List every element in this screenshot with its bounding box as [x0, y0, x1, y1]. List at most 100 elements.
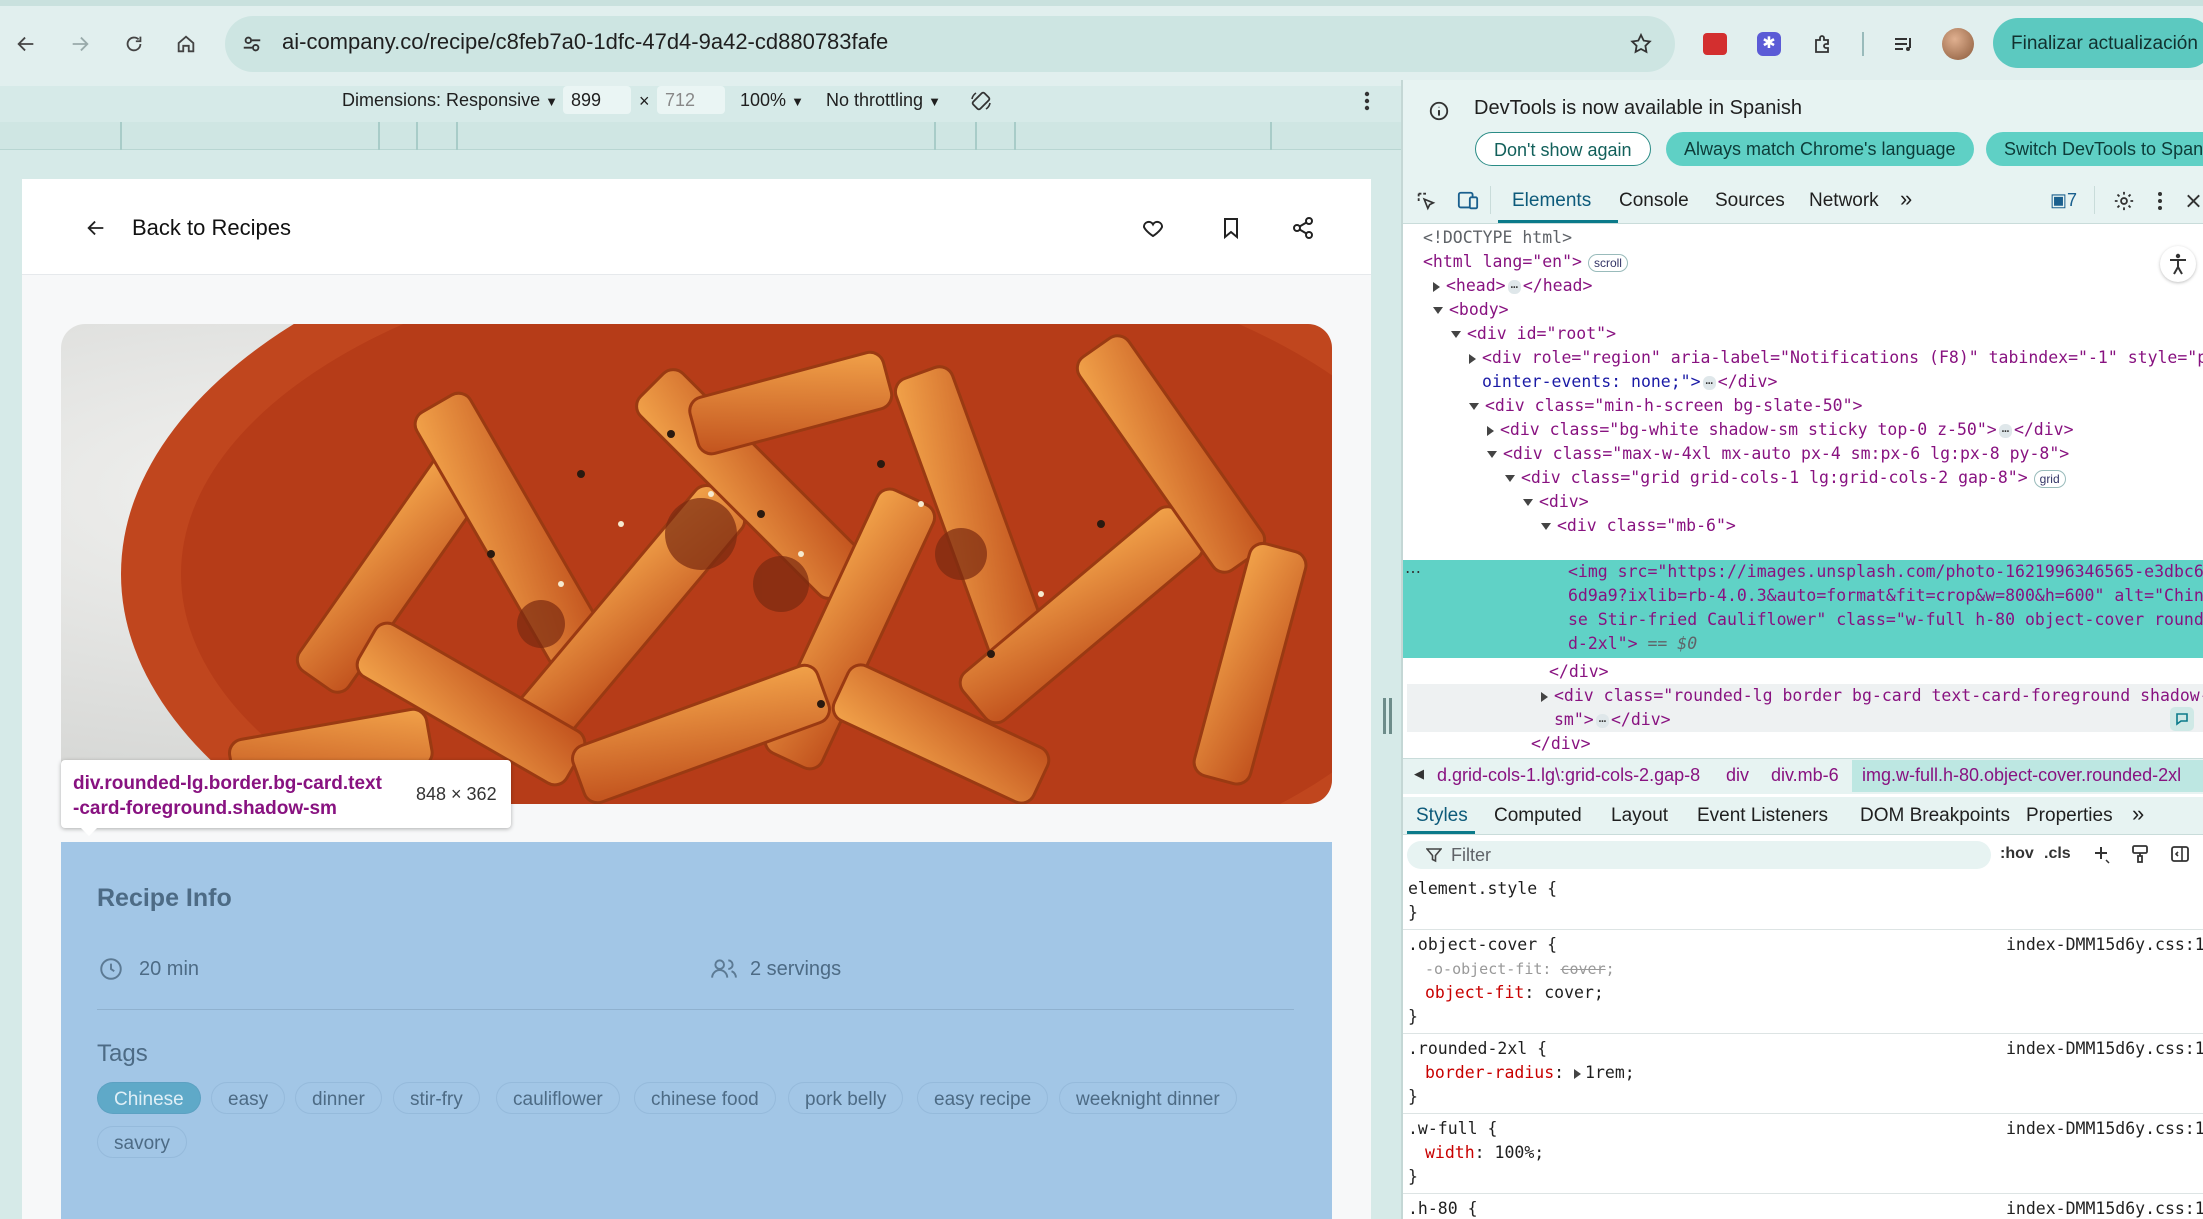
- more-options-icon[interactable]: [1356, 86, 1378, 116]
- heart-icon[interactable]: [1138, 214, 1168, 242]
- tag-savory[interactable]: savory: [97, 1126, 187, 1158]
- grid-badge[interactable]: grid: [2033, 470, 2066, 488]
- collapse-arrow-icon[interactable]: [1541, 523, 1551, 530]
- rule-source-link[interactable]: index-DMM15d6y.css:1: [2006, 1117, 2203, 1141]
- dont-show-again-button[interactable]: Don't show again: [1475, 132, 1651, 166]
- finish-update-button[interactable]: Finalizar actualización: [1993, 18, 2203, 68]
- arrow-left-icon[interactable]: [82, 214, 110, 242]
- tag-weeknight-dinner[interactable]: weeknight dinner: [1059, 1082, 1237, 1114]
- devtools-menu-icon[interactable]: [2150, 187, 2170, 215]
- rule-source-link[interactable]: index-DMM15d6y.css:1: [2006, 933, 2203, 957]
- collapse-arrow-icon[interactable]: [1505, 475, 1515, 482]
- rule-object-cover[interactable]: .object-cover {: [1408, 933, 1557, 957]
- rule-h-80[interactable]: .h-80 {: [1408, 1197, 1478, 1219]
- dom-card-cont[interactable]: sm"> ⋯ </div>: [1554, 708, 1671, 732]
- expand-arrow-icon[interactable]: [1487, 425, 1494, 436]
- rule-element-style[interactable]: element.style {: [1408, 877, 1557, 901]
- collapse-arrow-icon[interactable]: [1523, 499, 1533, 506]
- extensions-puzzle-icon[interactable]: [1808, 30, 1838, 58]
- reading-list-icon[interactable]: [1888, 30, 1918, 58]
- breadcrumb-mb6[interactable]: div.mb-6: [1771, 765, 1839, 786]
- dom-min-h-screen[interactable]: <div class="min-h-screen bg-slate-50">: [1469, 394, 1863, 418]
- breadcrumb-div[interactable]: div: [1726, 765, 1749, 786]
- hov-toggle[interactable]: :hov: [2000, 845, 2034, 863]
- device-toolbar-icon[interactable]: [1454, 187, 1482, 215]
- expand-arrow-icon[interactable]: [1541, 691, 1548, 702]
- media-query-ruler[interactable]: [0, 122, 1401, 150]
- collapse-arrow-icon[interactable]: [1433, 307, 1443, 314]
- share-icon[interactable]: [1288, 214, 1318, 242]
- dom-region-cont[interactable]: ointer-events: none;"> ⋯ </div>: [1482, 370, 1777, 394]
- cls-toggle[interactable]: .cls: [2044, 845, 2071, 863]
- tag-stir-fry[interactable]: stir-fry: [393, 1082, 480, 1114]
- collapse-arrow-icon[interactable]: [1469, 403, 1479, 410]
- scroll-badge[interactable]: scroll: [1587, 254, 1628, 272]
- more-subtabs-icon[interactable]: »: [2132, 801, 2144, 827]
- dom-region[interactable]: <div role="region" aria-label="Notificat…: [1469, 346, 2203, 370]
- dom-row-menu-icon[interactable]: ⋯: [1405, 562, 1421, 582]
- breadcrumb-img[interactable]: img.w-full.h-80.object-cover.rounded-2xl: [1862, 765, 2181, 786]
- decl-o-object-fit[interactable]: -o-object-fit: cover;: [1425, 957, 1615, 981]
- expand-arrow-icon[interactable]: [1574, 1068, 1582, 1079]
- decl-width[interactable]: width: 100%;: [1425, 1141, 1544, 1165]
- tag-easy[interactable]: easy: [211, 1082, 286, 1114]
- forward-nav-icon[interactable]: [62, 30, 98, 58]
- collapse-arrow-icon[interactable]: [1451, 331, 1461, 338]
- dom-html[interactable]: <html lang="en"> scroll: [1423, 250, 1628, 274]
- bookmark-star-icon[interactable]: [1626, 30, 1656, 58]
- viewport-width-input[interactable]: 899: [563, 86, 631, 114]
- tab-computed[interactable]: Computed: [1494, 805, 1582, 827]
- viewport-height-input[interactable]: 712: [657, 86, 725, 114]
- close-devtools-icon[interactable]: [2184, 187, 2203, 215]
- tag-dinner[interactable]: dinner: [295, 1082, 382, 1114]
- more-tabs-icon[interactable]: »: [1900, 186, 1912, 212]
- throttling-select[interactable]: No throttling ▼: [826, 90, 941, 111]
- expand-arrow-icon[interactable]: [1433, 281, 1440, 292]
- zoom-select[interactable]: 100% ▼: [740, 90, 804, 111]
- dom-head[interactable]: <head> ⋯ </head>: [1433, 274, 1592, 298]
- tab-event-listeners[interactable]: Event Listeners: [1697, 805, 1828, 827]
- ai-assist-icon[interactable]: [2170, 707, 2194, 731]
- inspect-element-icon[interactable]: [1412, 187, 1440, 215]
- tag-easy-recipe[interactable]: easy recipe: [917, 1082, 1049, 1114]
- decl-object-fit[interactable]: object-fit: cover;: [1425, 981, 1604, 1005]
- toggle-sidebar-icon[interactable]: [2168, 842, 2192, 866]
- dom-sticky-header[interactable]: <div class="bg-white shadow-sm sticky to…: [1487, 418, 2074, 442]
- collapsed-ellipsis[interactable]: ⋯: [1507, 280, 1521, 294]
- paint-brush-icon[interactable]: [2128, 842, 2152, 866]
- dom-mb6-close[interactable]: </div>: [1549, 660, 1609, 684]
- split-handle[interactable]: [1389, 698, 1392, 734]
- decl-border-radius[interactable]: border-radius: 1rem;: [1425, 1061, 1635, 1085]
- expand-arrow-icon[interactable]: [1469, 353, 1476, 364]
- accessibility-icon[interactable]: [2160, 246, 2196, 282]
- tag-chinese[interactable]: Chinese: [97, 1082, 201, 1114]
- extension-red-icon[interactable]: [1700, 30, 1730, 58]
- dom-card[interactable]: <div class="rounded-lg border bg-card te…: [1541, 684, 2203, 708]
- dom-body[interactable]: <body>: [1433, 298, 1509, 322]
- reload-icon[interactable]: [116, 30, 152, 58]
- bookmark-icon[interactable]: [1216, 214, 1246, 242]
- tab-console[interactable]: Console: [1619, 190, 1689, 212]
- settings-gear-icon[interactable]: [2110, 187, 2138, 215]
- dom-grid[interactable]: <div class="grid grid-cols-1 lg:grid-col…: [1505, 466, 2066, 490]
- tab-styles[interactable]: Styles: [1416, 805, 1468, 827]
- back-nav-icon[interactable]: [8, 30, 44, 58]
- collapsed-ellipsis[interactable]: ⋯: [1998, 424, 2012, 438]
- split-handle[interactable]: [1383, 698, 1386, 734]
- dom-max-w[interactable]: <div class="max-w-4xl mx-auto px-4 sm:px…: [1487, 442, 2069, 466]
- tag-cauliflower[interactable]: cauliflower: [496, 1082, 620, 1114]
- tag-pork-belly[interactable]: pork belly: [788, 1082, 904, 1114]
- tab-sources[interactable]: Sources: [1715, 190, 1785, 212]
- rule-source-link[interactable]: index-DMM15d6y.css:1: [2006, 1197, 2203, 1219]
- collapse-arrow-icon[interactable]: [1487, 451, 1497, 458]
- collapsed-ellipsis[interactable]: ⋯: [1595, 714, 1609, 728]
- switch-devtools-button[interactable]: Switch DevTools to Span: [1986, 132, 2203, 166]
- rule-w-full[interactable]: .w-full {: [1408, 1117, 1497, 1141]
- rotate-icon[interactable]: [966, 86, 996, 116]
- tag-chinese-food[interactable]: chinese food: [634, 1082, 776, 1114]
- tab-elements[interactable]: Elements: [1512, 190, 1591, 212]
- tab-dom-breakpoints[interactable]: DOM Breakpoints: [1860, 805, 2010, 827]
- breadcrumb-grid[interactable]: d.grid-cols-1.lg\:grid-cols-2.gap-8: [1437, 765, 1700, 786]
- dom-mb6[interactable]: <div class="mb-6">: [1541, 514, 1736, 538]
- profile-avatar[interactable]: [1942, 28, 1974, 60]
